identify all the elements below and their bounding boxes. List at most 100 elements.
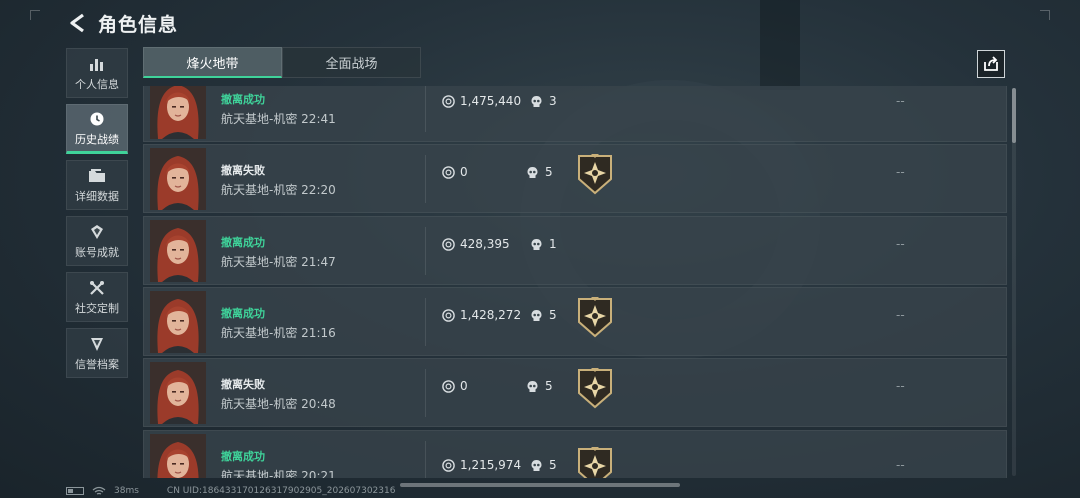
kill-count: 5 bbox=[530, 458, 557, 472]
operator-avatar bbox=[150, 220, 206, 282]
map-time-line: 航天基地-机密 20:48 bbox=[221, 395, 336, 412]
share-icon bbox=[984, 56, 998, 71]
map-time-line: 航天基地-机密 20:21 bbox=[221, 467, 336, 478]
battery-icon bbox=[66, 487, 84, 495]
map-name: 航天基地-机密 bbox=[221, 469, 298, 478]
sidebar-item-social[interactable]: 社交定制 bbox=[66, 272, 128, 322]
kills-value: 5 bbox=[549, 458, 557, 472]
extra-value: -- bbox=[896, 379, 905, 393]
record-row[interactable]: 撤离成功 航天基地-机密 22:41 1,475,440 3 -- bbox=[143, 86, 1007, 142]
money-amount: 0 bbox=[460, 165, 468, 179]
bar-chart-icon bbox=[88, 55, 106, 73]
money-amount: 428,395 bbox=[460, 237, 510, 251]
extraction-status: 撤离成功 bbox=[221, 236, 265, 249]
mode-tabs: 烽火地带 全面战场 bbox=[143, 47, 421, 78]
scrollbar-thumb[interactable] bbox=[1012, 88, 1016, 143]
skull-icon bbox=[526, 166, 539, 179]
kill-count: 3 bbox=[530, 94, 557, 108]
sidebar-item-label: 详细数据 bbox=[75, 189, 119, 203]
skull-icon bbox=[526, 380, 539, 393]
sidebar-item-achievements[interactable]: 账号成就 bbox=[66, 216, 128, 266]
column-divider bbox=[425, 86, 426, 132]
column-divider bbox=[425, 298, 426, 346]
page-title: 角色信息 bbox=[98, 13, 179, 36]
medal-badge-icon bbox=[574, 153, 616, 195]
kills-value: 5 bbox=[549, 308, 557, 322]
wifi-icon bbox=[92, 486, 106, 495]
skull-icon bbox=[530, 309, 543, 322]
sidebar-item-label: 社交定制 bbox=[75, 301, 119, 315]
match-time: 21:47 bbox=[301, 255, 336, 269]
folder-icon bbox=[88, 167, 106, 185]
share-button[interactable] bbox=[977, 50, 1005, 78]
sidebar-item-reputation[interactable]: 信誉档案 bbox=[66, 328, 128, 378]
kills-value: 5 bbox=[545, 379, 553, 393]
match-time: 20:21 bbox=[301, 469, 336, 478]
money-value: 0 bbox=[442, 379, 468, 393]
horizontal-scroll-indicator[interactable] bbox=[400, 483, 680, 487]
extraction-status: 撤离失败 bbox=[221, 378, 265, 391]
map-name: 航天基地-机密 bbox=[221, 112, 298, 126]
achievement-icon bbox=[88, 223, 106, 241]
tools-icon bbox=[88, 279, 106, 297]
map-name: 航天基地-机密 bbox=[221, 397, 298, 411]
match-time: 22:41 bbox=[301, 112, 336, 126]
operator-avatar bbox=[150, 148, 206, 210]
map-time-line: 航天基地-机密 21:47 bbox=[221, 253, 336, 270]
corner-marker bbox=[30, 10, 40, 20]
extraction-status: 撤离成功 bbox=[221, 307, 265, 320]
coin-icon bbox=[442, 94, 455, 108]
record-info: 撤离成功 航天基地-机密 21:16 bbox=[221, 307, 336, 341]
status-footer: 38ms CN UID:18643317012631790​2905_20260… bbox=[66, 486, 395, 496]
record-info: 撤离成功 航天基地-机密 22:41 bbox=[221, 93, 336, 127]
sidebar-item-personal-info[interactable]: 个人信息 bbox=[66, 48, 128, 98]
kill-count: 5 bbox=[526, 165, 553, 179]
operator-avatar bbox=[150, 434, 206, 478]
map-name: 航天基地-机密 bbox=[221, 255, 298, 269]
sidebar-item-label: 历史战绩 bbox=[75, 132, 119, 146]
money-amount: 0 bbox=[460, 379, 468, 393]
page-header: 角色信息 bbox=[66, 8, 178, 38]
kills-value: 1 bbox=[549, 237, 557, 251]
skull-icon bbox=[530, 95, 543, 108]
column-divider bbox=[425, 369, 426, 417]
coin-icon bbox=[442, 237, 455, 251]
tab-full-battlefield[interactable]: 全面战场 bbox=[282, 47, 421, 78]
record-row[interactable]: 撤离成功 航天基地-机密 21:16 1,428,272 5 -- bbox=[143, 287, 1007, 356]
operator-avatar bbox=[150, 291, 206, 353]
operator-avatar bbox=[150, 362, 206, 424]
coin-icon bbox=[442, 165, 455, 179]
record-row[interactable]: 撤离失败 航天基地-机密 20:48 0 5 -- bbox=[143, 358, 1007, 427]
map-name: 航天基地-机密 bbox=[221, 183, 298, 197]
sidebar-item-detailed-data[interactable]: 详细数据 bbox=[66, 160, 128, 210]
extraction-status: 撤离成功 bbox=[221, 93, 265, 106]
kill-count: 5 bbox=[530, 308, 557, 322]
history-clock-icon bbox=[88, 110, 106, 128]
extraction-status: 撤离失败 bbox=[221, 164, 265, 177]
chevron-left-icon bbox=[70, 13, 84, 33]
money-amount: 1,475,440 bbox=[460, 94, 522, 108]
money-value: 1,215,974 bbox=[442, 458, 521, 472]
money-value: 1,428,272 bbox=[442, 308, 521, 322]
sidebar-item-history[interactable]: 历史战绩 bbox=[66, 104, 128, 154]
medal-badge-icon bbox=[574, 296, 616, 338]
map-name: 航天基地-机密 bbox=[221, 326, 298, 340]
record-info: 撤离成功 航天基地-机密 21:47 bbox=[221, 236, 336, 270]
sidebar-item-label: 账号成就 bbox=[75, 245, 119, 259]
record-row[interactable]: 撤离成功 航天基地-机密 21:47 428,395 1 -- bbox=[143, 216, 1007, 285]
sidebar-item-label: 信誉档案 bbox=[75, 357, 119, 371]
vertical-scrollbar[interactable] bbox=[1012, 88, 1016, 476]
background-decoration bbox=[760, 0, 800, 90]
back-button[interactable] bbox=[66, 12, 88, 34]
record-row[interactable]: 撤离失败 航天基地-机密 22:20 0 5 -- bbox=[143, 144, 1007, 213]
extra-value: -- bbox=[896, 237, 905, 251]
column-divider bbox=[425, 441, 426, 478]
record-info: 撤离失败 航天基地-机密 20:48 bbox=[221, 378, 336, 412]
map-time-line: 航天基地-机密 22:20 bbox=[221, 181, 336, 198]
skull-icon bbox=[530, 238, 543, 251]
match-time: 21:16 bbox=[301, 326, 336, 340]
record-row[interactable]: 撤离成功 航天基地-机密 20:21 1,215,974 5 -- bbox=[143, 430, 1007, 478]
coin-icon bbox=[442, 379, 455, 393]
tab-hazard-zone[interactable]: 烽火地带 bbox=[143, 47, 282, 78]
skull-icon bbox=[530, 459, 543, 472]
